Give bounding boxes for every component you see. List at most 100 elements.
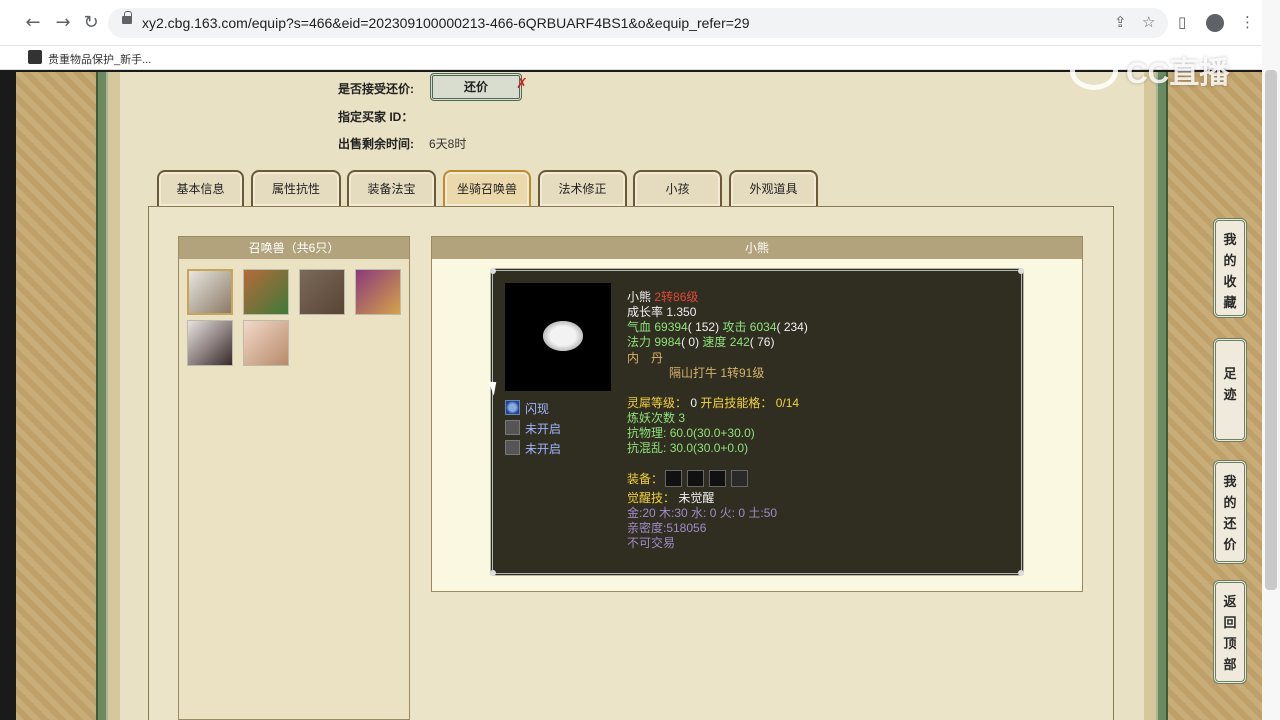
reject-mark-icon: ✗ (516, 75, 528, 91)
spd-value: 242 (729, 335, 750, 349)
pet-thumb-2[interactable] (243, 269, 289, 315)
tab-mounts-pets[interactable]: 坐骑召唤兽 (443, 170, 531, 206)
tab-appearance[interactable]: 外观道具 (729, 170, 818, 206)
slots-value: 0/14 (775, 396, 800, 410)
locked-skill-icon (505, 420, 520, 435)
pet-thumb-3[interactable] (299, 269, 345, 315)
bookmark-star-icon[interactable]: ☆ (1142, 13, 1155, 31)
share-icon[interactable]: ⇪ (1114, 13, 1127, 31)
spd-label: 速度 (702, 335, 727, 349)
my-counter-offers-button[interactable]: 我 的 还 价 (1213, 460, 1247, 564)
equip-pendant-icon[interactable] (687, 470, 704, 487)
address-bar[interactable]: xy2.cbg.163.com/equip?s=466&eid=20230910… (108, 8, 1168, 38)
watermark-logo-icon (1070, 52, 1118, 90)
tab-attributes[interactable]: 属性抗性 (251, 170, 341, 206)
pet-thumb-bear[interactable] (187, 269, 233, 315)
equip-line: 装备： (627, 470, 827, 488)
pet-thumb-6[interactable] (243, 320, 289, 366)
refine-label: 炼妖次数 (627, 411, 676, 425)
spd-extra: ( 76) (749, 335, 775, 349)
bookmark-link[interactable]: 贵重物品保护_新手... (48, 51, 151, 67)
tab-equipment[interactable]: 装备法宝 (347, 170, 436, 206)
menu-icon[interactable]: ⋮ (1240, 13, 1255, 31)
mp-extra: ( 0) (681, 335, 700, 349)
neidan-value: 隔山打牛 1转91级 (669, 366, 765, 380)
skill-name: 未开启 (525, 422, 562, 436)
counter-offer-button[interactable]: 还价 (430, 73, 522, 101)
side-char: 收 (1223, 274, 1237, 289)
side-char: 我 (1223, 232, 1237, 247)
refine-value: 3 (678, 411, 686, 425)
equip-empty-icon[interactable] (731, 470, 748, 487)
side-char: 藏 (1223, 295, 1237, 310)
card-corner (490, 570, 496, 576)
browser-toolbar: ← → ↻ xy2.cbg.163.com/equip?s=466&eid=20… (0, 0, 1262, 46)
time-left-value: 6天8时 (429, 137, 467, 151)
atk-extra: ( 234) (776, 320, 808, 334)
tab-children[interactable]: 小孩 (633, 170, 722, 206)
my-favorites-button[interactable]: 我 的 收 藏 (1213, 218, 1247, 318)
side-char: 的 (1223, 253, 1237, 268)
pet-detail-title: 小熊 (432, 237, 1082, 259)
bookmark-favicon-icon (28, 50, 42, 64)
phys-value: 60.0 (669, 426, 694, 440)
left-edge (0, 72, 16, 720)
reload-icon[interactable]: ↻ (80, 12, 102, 34)
right-frame (1156, 72, 1168, 720)
locked-skill-icon (505, 440, 520, 455)
pet-name: 小熊 (627, 290, 652, 304)
back-to-top-button[interactable]: 返 回 顶 部 (1213, 580, 1247, 684)
time-left-label: 出售剩余时间: (338, 137, 414, 151)
chaos-label: 抗混乱: (627, 441, 667, 455)
inner-right-pattern (1144, 72, 1156, 720)
buyer-id-label: 指定买家 ID： (338, 110, 414, 124)
pet-thumb-5[interactable] (187, 320, 233, 366)
hp-label: 气血 (627, 320, 652, 334)
chaos-value: 30.0 (669, 441, 694, 455)
side-char: 价 (1223, 537, 1237, 552)
pet-level: 2转86级 (654, 290, 699, 304)
growth-value: 1.350 (666, 305, 697, 319)
phys-detail: (30.0+30.0) (693, 426, 755, 440)
url-text[interactable]: xy2.cbg.163.com/equip?s=466&eid=20230910… (142, 15, 750, 31)
left-pattern (16, 72, 96, 720)
awaken-value: 未觉醒 (678, 491, 715, 505)
neidan-label: 内 丹 (627, 351, 664, 365)
tab-basic-info[interactable]: 基本信息 (157, 170, 244, 206)
equip-armor-icon[interactable] (709, 470, 726, 487)
pets-panel-title: 召唤兽（共6只） (179, 237, 409, 259)
skill-name: 闪现 (525, 402, 550, 416)
back-icon[interactable]: ← (22, 12, 44, 34)
equip-label: 装备： (627, 472, 664, 486)
side-char: 回 (1223, 615, 1237, 630)
profile-avatar-icon[interactable] (1206, 14, 1224, 32)
phys-label: 抗物理: (627, 426, 667, 440)
trade-status: 不可交易 (627, 536, 676, 550)
side-char: 我 (1223, 474, 1237, 489)
flash-skill-icon (505, 400, 520, 415)
hp-extra: ( 152) (687, 320, 720, 334)
skill-name: 未开启 (525, 442, 562, 456)
hp-value: 69394 (654, 320, 688, 334)
side-panel-icon[interactable]: ▯ (1178, 13, 1186, 31)
stream-watermark: CC直播 (1070, 48, 1242, 94)
atk-label: 攻击 (722, 320, 747, 334)
card-corner (1018, 570, 1024, 576)
pet-card: 闪现 未开启 未开启 小熊 2转86级 成长率 1.350 气血 69394( … (490, 268, 1024, 576)
card-corner (490, 268, 496, 274)
equip-ring-icon[interactable] (665, 470, 682, 487)
side-char: 迹 (1223, 387, 1237, 402)
lock-icon (122, 11, 132, 24)
pet-thumb-4[interactable] (355, 269, 401, 315)
mp-value: 9984 (654, 335, 682, 349)
watermark-text: CC直播 (1126, 57, 1230, 90)
scrollbar-thumb[interactable] (1265, 70, 1277, 590)
growth-label: 成长率 (627, 305, 664, 319)
side-char: 还 (1223, 516, 1237, 531)
tab-spell-correction[interactable]: 法术修正 (538, 170, 627, 206)
forward-icon[interactable]: → (52, 12, 74, 34)
mp-spd-line: 法力 9984( 0) 速度 242( 76) (627, 333, 774, 350)
chaos-detail: (30.0+0.0) (693, 441, 749, 455)
footprint-button[interactable]: 足 迹 (1213, 338, 1247, 442)
card-corner (1018, 268, 1024, 274)
